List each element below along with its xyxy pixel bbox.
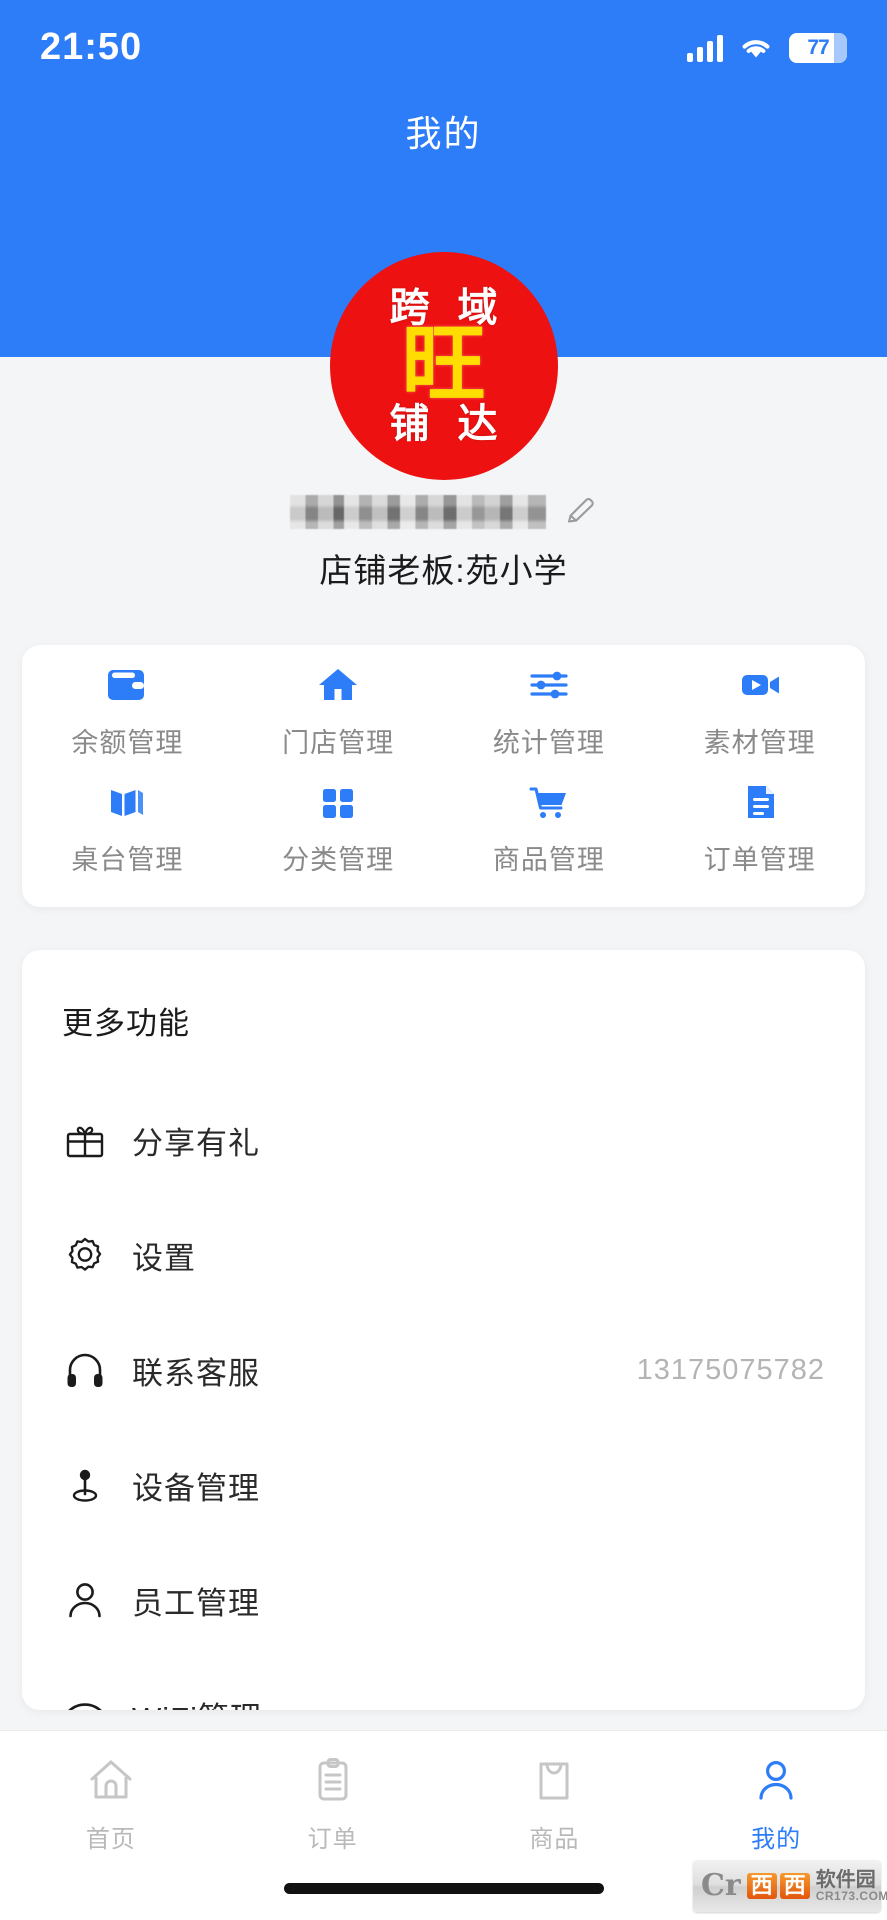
- status-time: 21:50: [40, 26, 143, 68]
- logo-bottom-text: 铺达: [389, 400, 526, 447]
- home-indicator: [283, 1883, 604, 1894]
- battery-icon: 77: [789, 32, 847, 63]
- pencil-edit-icon[interactable]: [562, 494, 598, 530]
- grid-label: 余额管理: [71, 728, 184, 758]
- grid-label: 商品管理: [492, 845, 605, 875]
- tab-label: 我的: [751, 1826, 802, 1853]
- sliders-icon: [527, 663, 571, 707]
- grid-item-balance[interactable]: 余额管理: [22, 663, 233, 780]
- more-row-share[interactable]: 分享有礼: [22, 1083, 865, 1198]
- tab-products[interactable]: 商品: [444, 1755, 666, 1854]
- status-indicators: 77: [687, 32, 847, 63]
- gift-icon: [62, 1118, 118, 1164]
- grid-label: 门店管理: [282, 728, 395, 758]
- more-row-label: 联系客服: [132, 1356, 260, 1391]
- map-folded-icon: [105, 780, 149, 824]
- more-row-device[interactable]: 设备管理: [22, 1428, 865, 1543]
- signal-bars-icon: [687, 34, 723, 62]
- store-logo: 跨域 旺 铺达: [329, 252, 558, 480]
- battery-level: 77: [807, 35, 829, 59]
- video-camera-icon: [738, 663, 782, 707]
- more-row-label: WiFi管理: [132, 1693, 262, 1710]
- watermark-cn-badges: 西 西: [746, 1873, 810, 1899]
- house-icon: [316, 663, 360, 707]
- grid-label: 分类管理: [282, 845, 395, 875]
- watermark-cn2: 西: [779, 1873, 810, 1899]
- profile-section: 跨域 旺 铺达 店铺老板:苑小学: [0, 252, 887, 592]
- grid-item-store[interactable]: 门店管理: [233, 663, 444, 780]
- more-row-staff[interactable]: 员工管理: [22, 1543, 865, 1658]
- grid-item-table[interactable]: 桌台管理: [22, 780, 233, 897]
- tab-profile[interactable]: 我的: [665, 1755, 887, 1854]
- watermark-text: 软件园 CR173.COM: [816, 1870, 887, 1902]
- watermark-domain: CR173.COM: [815, 1889, 887, 1903]
- person-icon: [751, 1755, 801, 1805]
- more-row-value: 13175075782: [636, 1354, 825, 1386]
- more-row-label: 员工管理: [132, 1586, 260, 1621]
- wallet-icon: [105, 663, 149, 707]
- document-icon: [738, 780, 782, 824]
- logo-center-text: 旺: [401, 317, 486, 412]
- tab-label: 商品: [529, 1826, 580, 1853]
- tab-orders[interactable]: 订单: [222, 1755, 444, 1854]
- more-row-label: 设置: [132, 1241, 196, 1276]
- tab-label: 订单: [307, 1826, 358, 1853]
- shopping-bag-icon: [529, 1755, 579, 1805]
- home-icon: [86, 1755, 136, 1805]
- grid-label: 素材管理: [703, 728, 816, 758]
- headphones-icon: [62, 1348, 118, 1394]
- more-row-label: 分享有礼: [132, 1126, 260, 1161]
- grid-squares-icon: [316, 780, 360, 824]
- tab-home[interactable]: 首页: [0, 1755, 222, 1854]
- more-row-support[interactable]: 联系客服 13175075782: [22, 1313, 865, 1428]
- grid-item-statistics[interactable]: 统计管理: [444, 663, 655, 780]
- grid-item-order[interactable]: 订单管理: [654, 780, 865, 897]
- more-row-label: 设备管理: [132, 1471, 260, 1506]
- grid-item-material[interactable]: 素材管理: [654, 663, 865, 780]
- clipboard-icon: [308, 1755, 358, 1805]
- more-functions-card: 更多功能 分享有礼 设置 联系客服 13175075782 设备管理 员工管理: [22, 950, 865, 1710]
- page-title: 我的: [405, 113, 482, 154]
- watermark-mark: Cr: [701, 1868, 741, 1903]
- username-row[interactable]: [289, 494, 598, 530]
- location-pin-icon: [62, 1463, 118, 1509]
- site-watermark: Cr 西 西 软件园 CR173.COM: [693, 1860, 887, 1912]
- shopping-cart-icon: [527, 780, 571, 824]
- grid-item-category[interactable]: 分类管理: [233, 780, 444, 897]
- more-functions-list: 分享有礼 设置 联系客服 13175075782 设备管理 员工管理: [22, 1083, 865, 1710]
- store-owner-line: 店铺老板:苑小学: [319, 552, 568, 589]
- wifi-icon: [739, 35, 773, 61]
- grid-label: 订单管理: [703, 845, 816, 875]
- status-bar: 21:50 77: [0, 0, 887, 95]
- gear-icon: [62, 1233, 118, 1279]
- grid-label: 桌台管理: [71, 845, 184, 875]
- watermark-cn1: 西: [746, 1873, 777, 1899]
- tab-label: 首页: [85, 1826, 136, 1853]
- watermark-site-name: 软件园: [815, 1869, 876, 1891]
- quick-actions-card: 余额管理 门店管理 统计管理 素材管理 桌台管理 分类管理 商品管理 订单管理: [22, 645, 865, 907]
- more-row-settings[interactable]: 设置: [22, 1198, 865, 1313]
- more-functions-title: 更多功能: [62, 1006, 190, 1041]
- wifi-manage-icon: [62, 1693, 118, 1710]
- grid-item-goods[interactable]: 商品管理: [444, 780, 655, 897]
- grid-label: 统计管理: [492, 728, 605, 758]
- more-row-wifi[interactable]: WiFi管理: [22, 1658, 865, 1710]
- username-masked: [289, 495, 546, 529]
- person-icon: [62, 1578, 118, 1624]
